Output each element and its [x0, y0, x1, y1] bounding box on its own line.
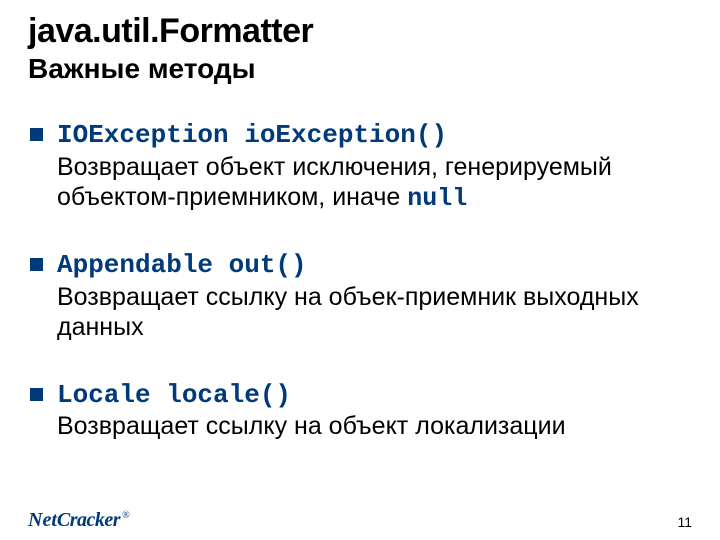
list-item: Locale locale() Возвращает ссылку на объ… — [30, 379, 692, 444]
content-list: IOException ioException() Возвращает объ… — [28, 119, 692, 444]
method-signature: IOException ioException() — [57, 120, 447, 150]
logo-registered-icon: ® — [122, 510, 130, 521]
bullet-icon — [30, 258, 43, 271]
slide: java.util.Formatter Важные методы IOExce… — [0, 0, 720, 540]
desc-text: Возвращает ссылку на объект локализации — [57, 412, 566, 440]
logo: NetCracker® — [28, 510, 130, 530]
bullet-icon — [30, 388, 43, 401]
list-item: IOException ioException() Возвращает объ… — [30, 119, 692, 215]
footer: NetCracker® 11 — [0, 504, 720, 540]
logo-part-net: Net — [28, 509, 57, 531]
method-description: Возвращает объект исключения, генерируем… — [57, 152, 692, 215]
page-number: 11 — [677, 514, 692, 530]
slide-title: java.util.Formatter — [28, 12, 692, 51]
method-description: Возвращает ссылку на объек-приемник выхо… — [57, 282, 692, 345]
logo-part-cracker: Cracker — [57, 509, 120, 531]
list-item: Appendable out() Возвращает ссылку на об… — [30, 249, 692, 345]
desc-text: Возвращает объект исключения, генерируем… — [57, 153, 612, 212]
desc-text: Возвращает ссылку на объек-приемник выхо… — [57, 283, 639, 342]
slide-subtitle: Важные методы — [28, 53, 692, 85]
inline-code: null — [407, 184, 467, 213]
method-description: Возвращает ссылку на объект локализации — [57, 411, 566, 444]
bullet-icon — [30, 128, 43, 141]
method-signature: Appendable out() — [57, 250, 307, 280]
method-signature: Locale locale() — [57, 380, 291, 410]
